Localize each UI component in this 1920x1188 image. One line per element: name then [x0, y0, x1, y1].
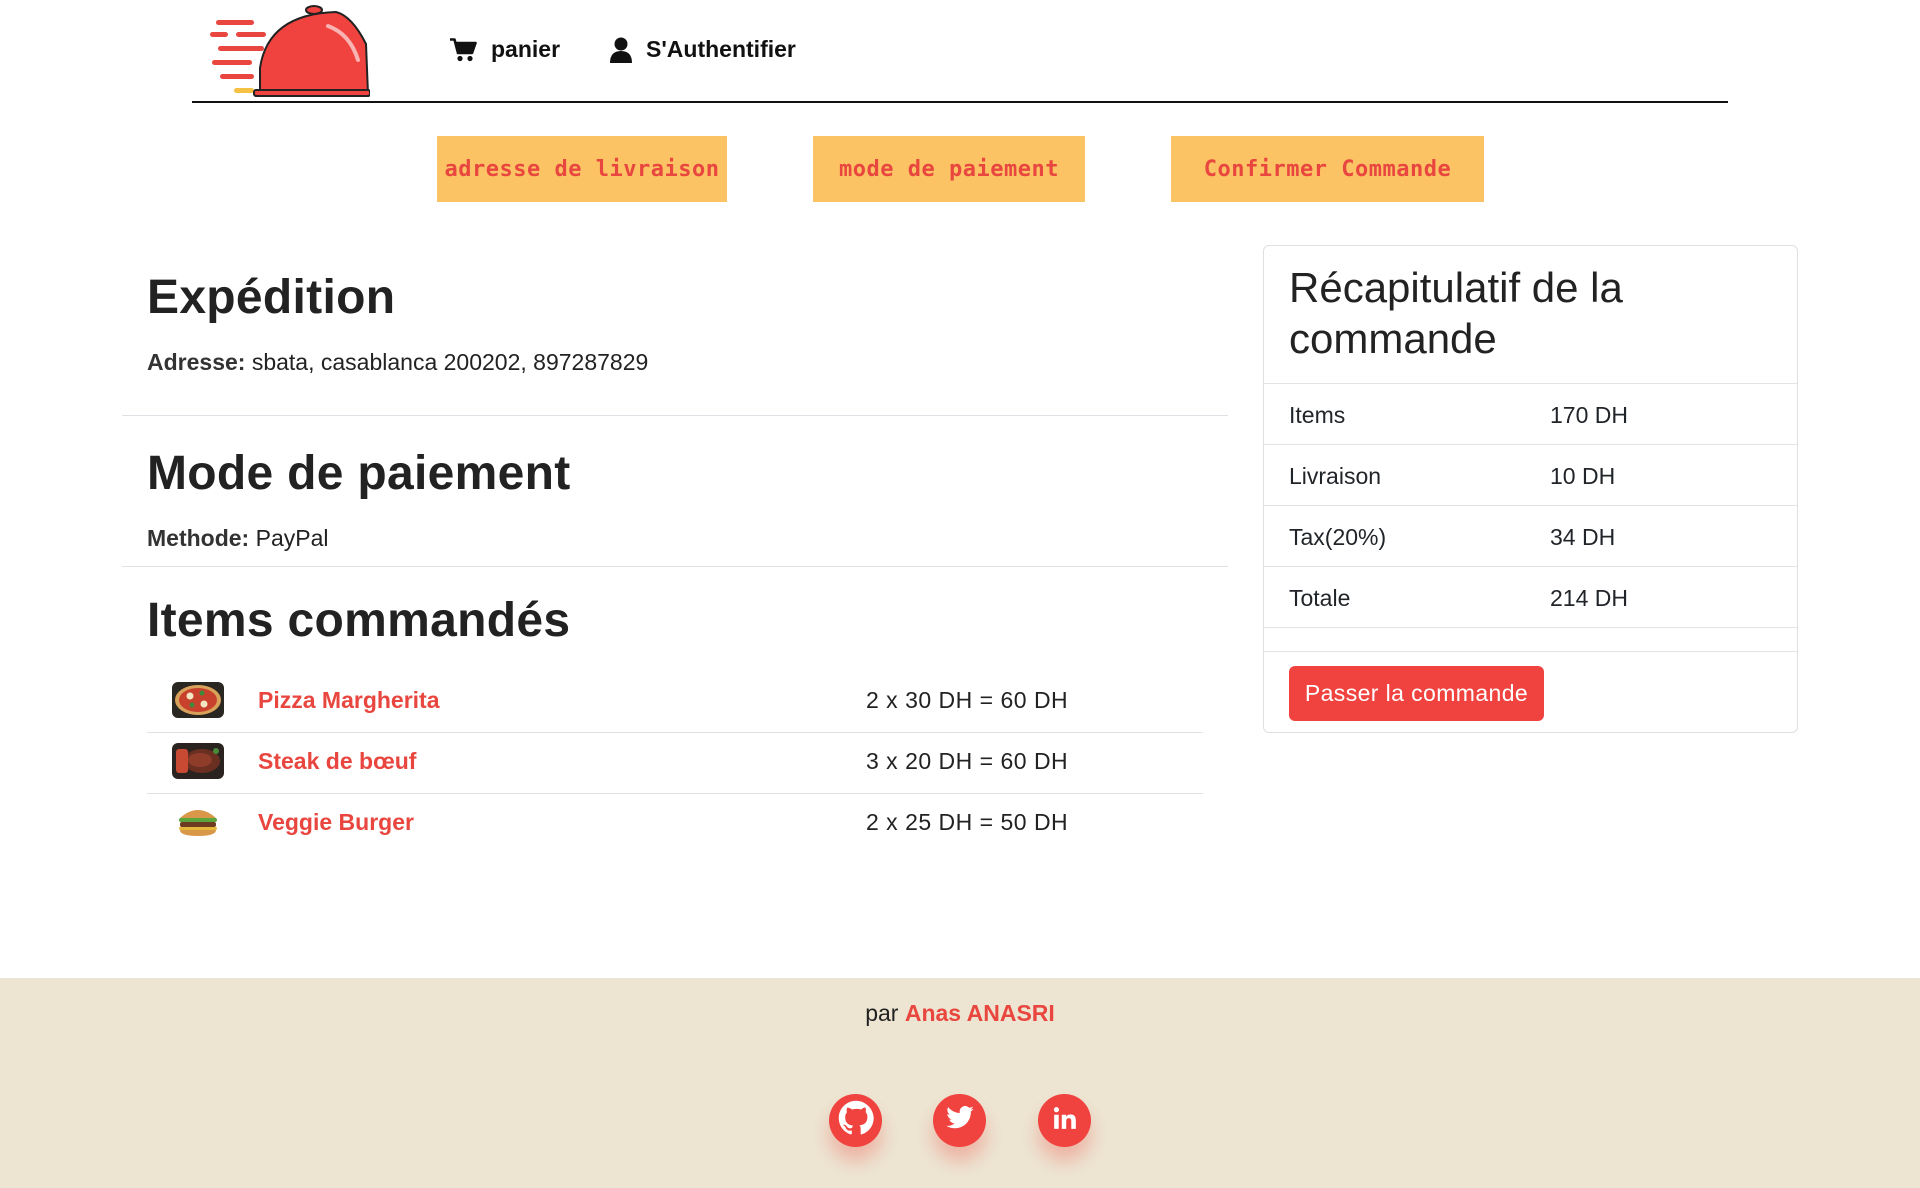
item-name-link[interactable]: Steak de bœuf — [258, 748, 416, 775]
payment-method-value: PayPal — [255, 525, 329, 551]
shipping-section: Expédition Adresse: sbata, casablanca 20… — [122, 240, 1228, 376]
pizza-image — [172, 682, 224, 718]
github-icon — [838, 1100, 874, 1141]
linkedin-link[interactable] — [1038, 1094, 1091, 1147]
place-order-button[interactable]: Passer la commande — [1289, 666, 1544, 721]
list-item: Veggie Burger 2 x 25 DH = 50 DH — [147, 794, 1203, 855]
items-list: Pizza Margherita 2 x 30 DH = 60 DH Steak… — [122, 672, 1228, 855]
nav-login-link[interactable]: S'Authentifier — [610, 36, 796, 63]
shipping-title: Expédition — [147, 271, 396, 324]
order-details: Expédition Adresse: sbata, casablanca 20… — [122, 240, 1228, 855]
step-confirm-order[interactable]: Confirmer Commande — [1171, 136, 1484, 202]
burger-image — [172, 804, 224, 840]
item-name-link[interactable]: Pizza Margherita — [258, 687, 440, 714]
twitter-icon — [945, 1103, 975, 1138]
summary-label: Items — [1289, 402, 1346, 428]
steak-image — [172, 743, 224, 779]
payment-title: Mode de paiement — [147, 447, 571, 500]
item-price: 2 x 25 DH = 50 DH — [866, 809, 1069, 835]
list-item: Steak de bœuf 3 x 20 DH = 60 DH — [147, 733, 1203, 794]
payment-method: Methode: PayPal — [147, 525, 1203, 552]
summary-spacer — [1264, 628, 1797, 652]
twitter-link[interactable] — [933, 1094, 986, 1147]
shipping-address-value: sbata, casablanca 200202, 897287829 — [251, 349, 649, 375]
brand-logo[interactable] — [210, 4, 371, 98]
item-name-link[interactable]: Veggie Burger — [258, 809, 414, 836]
site-footer: par Anas ANASRI — [0, 978, 1920, 1188]
summary-row-tax: Tax(20%) 34 DH — [1264, 506, 1797, 567]
github-link[interactable] — [829, 1094, 882, 1147]
user-icon — [610, 37, 632, 63]
summary-label: Totale — [1289, 585, 1351, 611]
step-payment-method[interactable]: mode de paiement — [813, 136, 1085, 202]
order-summary-card: Récapitulatif de la commande Items 170 D… — [1263, 245, 1798, 733]
summary-row-total: Totale 214 DH — [1264, 567, 1797, 628]
shipping-address-label: Adresse: — [147, 349, 246, 375]
nav-login-label: S'Authentifier — [646, 36, 796, 62]
shopping-cart-icon — [450, 37, 477, 62]
summary-row-items: Items 170 DH — [1264, 384, 1797, 445]
step-shipping-address[interactable]: adresse de livraison — [437, 136, 727, 202]
site-header: panier S'Authentifier — [192, 0, 1728, 103]
summary-title: Récapitulatif de la commande — [1264, 246, 1797, 384]
payment-section: Mode de paiement Methode: PayPal — [122, 416, 1228, 552]
footer-credit: par Anas ANASRI — [0, 1000, 1920, 1027]
credit-prefix: par — [865, 1000, 899, 1026]
item-price: 2 x 30 DH = 60 DH — [866, 687, 1069, 713]
summary-label: Tax(20%) — [1289, 524, 1387, 550]
linkedin-icon — [1052, 1105, 1078, 1136]
items-title: Items commandés — [147, 594, 571, 647]
summary-label: Livraison — [1289, 463, 1382, 489]
nav-cart-label: panier — [491, 36, 561, 62]
summary-value: 214 DH — [1550, 585, 1628, 611]
summary-value: 10 DH — [1550, 463, 1616, 489]
author-name[interactable]: Anas ANASRI — [905, 1000, 1055, 1026]
items-section: Items commandés — [122, 567, 1228, 648]
summary-value: 170 DH — [1550, 402, 1628, 428]
payment-method-label: Methode: — [147, 525, 250, 551]
item-price: 3 x 20 DH = 60 DH — [866, 748, 1069, 774]
nav-cart-link[interactable]: panier — [450, 36, 560, 63]
summary-value: 34 DH — [1550, 524, 1616, 550]
list-item: Pizza Margherita 2 x 30 DH = 60 DH — [147, 672, 1203, 733]
shipping-address: Adresse: sbata, casablanca 200202, 89728… — [147, 349, 1203, 376]
summary-row-delivery: Livraison 10 DH — [1264, 445, 1797, 506]
